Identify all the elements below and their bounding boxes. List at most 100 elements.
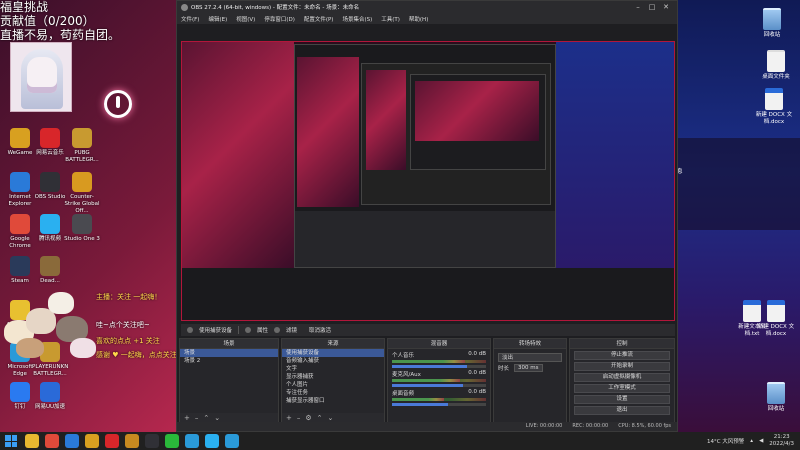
network-icon[interactable]: ▴ bbox=[750, 438, 753, 444]
chrome-icon[interactable] bbox=[45, 434, 59, 448]
up-icon[interactable]: ⌃ bbox=[317, 414, 323, 422]
minimize-icon[interactable]: – bbox=[631, 3, 645, 11]
volume-fader[interactable] bbox=[392, 403, 486, 406]
remove-icon[interactable]: – bbox=[297, 414, 301, 422]
volume-meter-level bbox=[392, 398, 444, 401]
mixer-channel-name: 麦克风/Aux bbox=[392, 372, 421, 378]
weather-text[interactable]: 14°C 大风预警 bbox=[707, 437, 744, 445]
desktop-icon[interactable]: 腾讯视频 bbox=[32, 214, 68, 243]
down-icon[interactable]: ⌄ bbox=[214, 414, 220, 422]
source-item[interactable]: 个人图片 bbox=[282, 381, 384, 389]
gift-message: 主播：关注 一起嗨！ bbox=[96, 293, 162, 301]
volume-fader[interactable] bbox=[392, 384, 486, 387]
menu-item[interactable]: 帮助(H) bbox=[409, 15, 428, 23]
duration-input[interactable]: 300 ms bbox=[514, 364, 543, 372]
add-icon[interactable]: + bbox=[286, 414, 292, 422]
desktop-file-icon[interactable]: 新建 DOCX 文档.docx bbox=[754, 88, 794, 126]
menu-item[interactable]: 停靠窗口(D) bbox=[264, 15, 295, 23]
mixer-channel-header: 个人音乐 0.0 dB bbox=[392, 351, 486, 359]
start-icon[interactable] bbox=[5, 435, 17, 447]
desktop-icon[interactable]: Counter-Strike Global Off... bbox=[64, 172, 100, 215]
control-button[interactable]: 启动虚拟摄像机 bbox=[574, 373, 670, 382]
counter-strike-icon[interactable] bbox=[125, 434, 139, 448]
transition-select[interactable]: 淡出 bbox=[498, 353, 562, 362]
volume-icon[interactable]: ◀ bbox=[759, 438, 763, 444]
desktop-icon[interactable]: 网易UU加速 bbox=[32, 382, 68, 411]
scene-item[interactable]: 场景 2 bbox=[180, 357, 278, 365]
taskbar: 14°C 大风预警 ▴ ◀ 21:23 2022/4/3 bbox=[0, 432, 800, 450]
avatar bbox=[10, 42, 72, 112]
rec-status: REC: 00:00:00 bbox=[572, 423, 609, 429]
scene-item[interactable]: 场景 bbox=[180, 349, 278, 357]
tencent-video-icon[interactable] bbox=[205, 434, 219, 448]
gift-message: 感谢 ♥ 一起嗨，点点关注 bbox=[96, 351, 177, 359]
properties-button[interactable]: 属性 bbox=[257, 326, 268, 334]
control-button[interactable]: 退出 bbox=[574, 406, 670, 415]
control-button[interactable]: 停止推流 bbox=[574, 351, 670, 360]
mail-icon[interactable] bbox=[65, 434, 79, 448]
remove-icon[interactable]: – bbox=[195, 414, 199, 422]
control-button[interactable]: 设置 bbox=[574, 395, 670, 404]
volume-fader[interactable] bbox=[392, 365, 486, 368]
app-icon bbox=[10, 172, 30, 192]
menu-item[interactable]: 视图(V) bbox=[236, 15, 255, 23]
wegame-icon[interactable] bbox=[85, 434, 99, 448]
gear-icon[interactable]: ⚙ bbox=[305, 414, 311, 422]
desktop-file-icon[interactable]: 回收站 bbox=[756, 382, 796, 413]
gift-message: 喜欢的点点 +1 关注 bbox=[96, 337, 160, 345]
menu-item[interactable]: 工具(T) bbox=[381, 15, 400, 23]
deactivate-button[interactable]: 取消激活 bbox=[309, 326, 331, 334]
filters-button[interactable]: 滤镜 bbox=[286, 326, 297, 334]
sources-title: 来源 bbox=[282, 339, 384, 349]
source-item[interactable]: 显示器捕获 bbox=[282, 373, 384, 381]
obs-preview[interactable] bbox=[181, 41, 675, 321]
edge-icon[interactable] bbox=[225, 434, 239, 448]
menu-item[interactable]: 场景集合(S) bbox=[342, 15, 372, 23]
wechat-icon[interactable] bbox=[165, 434, 179, 448]
control-button[interactable]: 开始录制 bbox=[574, 362, 670, 371]
close-icon[interactable]: ✕ bbox=[659, 3, 673, 11]
desktop-file-icon[interactable]: 桌面文件夹 bbox=[756, 50, 796, 81]
app-icon bbox=[72, 214, 92, 234]
file-explorer-icon[interactable] bbox=[25, 434, 39, 448]
desktop-icon-label: OBS Studio bbox=[34, 194, 66, 200]
desktop-icon[interactable]: Studio One 3 bbox=[64, 214, 100, 243]
mixer-channel-header: 麦克风/Aux 0.0 dB bbox=[392, 370, 486, 378]
source-item[interactable]: 捕获显示器窗口 bbox=[282, 397, 384, 405]
qq-icon[interactable] bbox=[185, 434, 199, 448]
scenes-dock: 场景 场景 场景 2 + – ⌃ ⌄ bbox=[179, 338, 279, 424]
volume-meter bbox=[392, 398, 486, 401]
up-icon[interactable]: ⌃ bbox=[203, 414, 209, 422]
clock-time: 21:23 bbox=[773, 434, 790, 440]
desktop-icon-label: PLAYERUNKN BATTLEGR... bbox=[32, 364, 69, 377]
menu-item[interactable]: 文件(F) bbox=[181, 15, 199, 23]
desktop-file-icon[interactable]: 回收站 bbox=[752, 8, 792, 39]
file-icon bbox=[767, 50, 785, 72]
add-icon[interactable]: + bbox=[184, 414, 190, 422]
obs-icon[interactable] bbox=[145, 434, 159, 448]
netease-music-icon[interactable] bbox=[105, 434, 119, 448]
maximize-icon[interactable]: □ bbox=[645, 3, 659, 11]
clock[interactable]: 21:23 2022/4/3 bbox=[769, 434, 794, 448]
menu-item[interactable]: 配置文件(P) bbox=[304, 15, 334, 23]
down-icon[interactable]: ⌄ bbox=[328, 414, 334, 422]
desktop-icon[interactable]: OBS Studio bbox=[32, 172, 68, 201]
source-item[interactable]: 音频输入捕获 bbox=[282, 357, 384, 365]
desktop-icon[interactable]: 网易云音乐 bbox=[32, 128, 68, 157]
volume-meter-level bbox=[392, 379, 460, 382]
file-icon bbox=[765, 88, 783, 110]
control-button[interactable]: 工作室模式 bbox=[574, 384, 670, 393]
desktop-file-label: 新建 DOCX 文档.docx bbox=[755, 112, 793, 125]
mixer-channel-db: 0.0 dB bbox=[468, 389, 486, 395]
source-item[interactable]: 专注任务 bbox=[282, 389, 384, 397]
menu-item[interactable]: 编辑(E) bbox=[208, 15, 227, 23]
mixer-channel-name: 桌面音频 bbox=[392, 391, 415, 397]
desktop-file-icon[interactable]: 新建 DOCX 文档.docx bbox=[756, 300, 796, 338]
app-icon bbox=[10, 382, 30, 402]
obs-titlebar: OBS 27.2.4 (64-bit, windows) - 配置文件：未命名 … bbox=[177, 1, 677, 13]
preview-mirror-desktop bbox=[182, 42, 294, 268]
source-item[interactable]: 文字 bbox=[282, 365, 384, 373]
obs-title: OBS 27.2.4 (64-bit, windows) - 配置文件：未命名 … bbox=[191, 5, 360, 11]
desktop-icon[interactable]: PUBG BATTLEGR... bbox=[64, 128, 100, 164]
source-item[interactable]: 使用捕获设备 bbox=[282, 349, 384, 357]
